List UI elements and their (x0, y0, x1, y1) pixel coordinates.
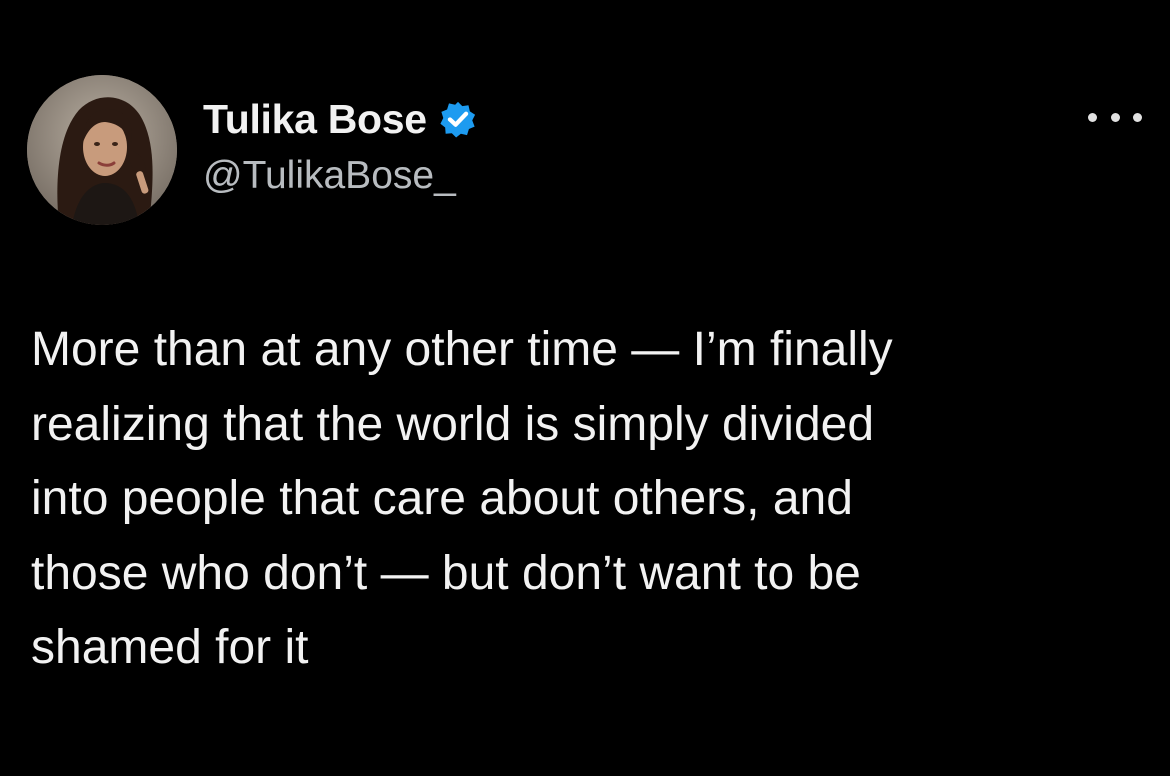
more-options-icon (1110, 112, 1120, 122)
author-info: Tulika Bose @TulikaBose_ (203, 92, 477, 198)
tweet-card: Tulika Bose @TulikaBose_ More than at an… (0, 0, 1170, 776)
author-handle[interactable]: @TulikaBose_ (203, 154, 477, 198)
name-row: Tulika Bose (203, 92, 477, 146)
tweet-text-line: those who don’t — but don’t want to be (31, 546, 861, 600)
verified-badge-icon (439, 100, 477, 138)
tweet-text-line: shamed for it (31, 621, 309, 674)
author-display-name[interactable]: Tulika Bose (203, 96, 427, 143)
profile-photo (27, 75, 177, 225)
more-options-icon (1088, 112, 1097, 122)
author-avatar[interactable] (27, 75, 177, 225)
tweet-text-line: into people that care about others, and (31, 472, 853, 525)
tweet-text-line: More than at any other time — I’m finall… (31, 323, 893, 376)
more-options-icon (1133, 112, 1142, 122)
tweet-text-line: realizing that the world is simply divid… (31, 397, 875, 451)
more-options-button[interactable] (1088, 102, 1142, 132)
tweet-text: More than at any other time — I’m finall… (31, 313, 1126, 686)
